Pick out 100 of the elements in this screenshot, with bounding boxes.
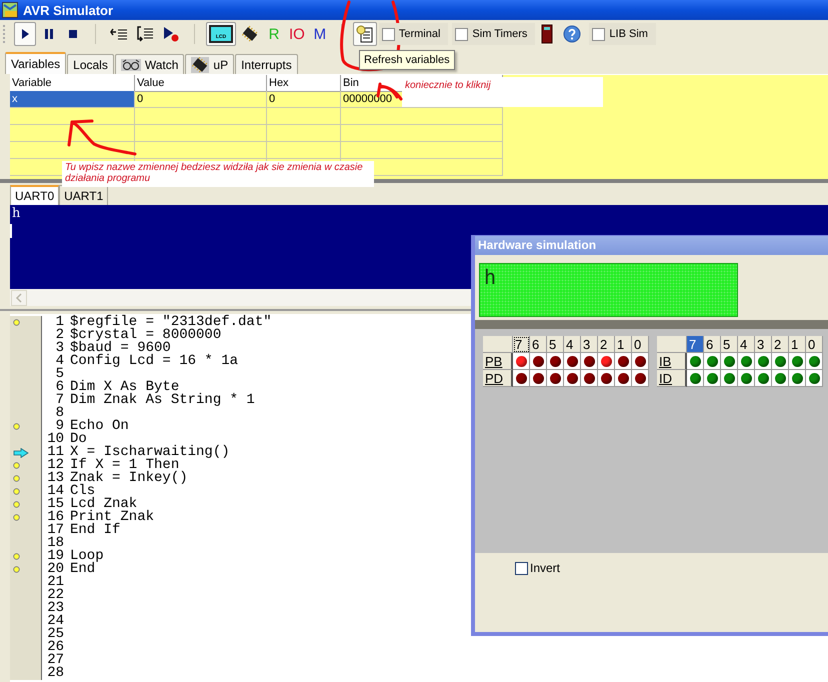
led-icon[interactable] — [618, 356, 628, 366]
line-number: 15 — [46, 498, 65, 511]
toolbar-checkbox[interactable]: LIB Sim — [589, 23, 656, 45]
led-icon[interactable] — [532, 372, 544, 384]
led-icon[interactable] — [690, 356, 700, 366]
toolbar-checkbox[interactable]: Sim Timers — [452, 23, 536, 45]
bit-header[interactable]: 2 — [598, 336, 615, 353]
led-icon[interactable] — [634, 372, 646, 384]
bit-header[interactable]: 6 — [530, 336, 547, 353]
invert-checkbox[interactable]: Invert — [515, 561, 560, 575]
code-line: Echo On — [70, 420, 129, 433]
line-number: 13 — [46, 472, 65, 485]
led-icon[interactable] — [808, 372, 820, 384]
breakpoint-gutter[interactable] — [10, 667, 42, 680]
table-cell[interactable] — [267, 125, 341, 142]
breakpoint-dot-icon[interactable] — [13, 462, 20, 469]
led-icon[interactable] — [600, 372, 612, 384]
toolbar-checkbox[interactable]: Terminal — [378, 23, 448, 45]
table-cell[interactable] — [10, 125, 135, 142]
bit-header[interactable]: 1 — [789, 336, 806, 353]
breakpoint-dot-icon[interactable] — [13, 319, 20, 326]
led-icon[interactable] — [758, 356, 768, 366]
tab[interactable]: UART0 — [10, 185, 60, 205]
led-icon[interactable] — [550, 356, 560, 366]
breakpoint-dot-icon[interactable] — [13, 423, 20, 430]
bit-header[interactable]: 1 — [615, 336, 632, 353]
tab[interactable]: Variables — [5, 52, 66, 74]
bit-header[interactable]: 3 — [581, 336, 598, 353]
run-button[interactable] — [14, 22, 36, 46]
breakpoint-dot-icon[interactable] — [13, 514, 20, 521]
bit-header[interactable]: 5 — [721, 336, 738, 353]
table-cell[interactable]: x — [10, 91, 135, 108]
table-cell[interactable] — [341, 108, 503, 125]
breakpoint-dot-icon[interactable] — [13, 475, 20, 482]
tab[interactable]: Interrupts — [235, 54, 298, 74]
help-icon[interactable] — [563, 25, 582, 43]
led-icon[interactable] — [724, 356, 734, 366]
led-icon[interactable] — [706, 356, 718, 366]
led-icon[interactable] — [706, 372, 718, 384]
toolbar-button[interactable]: IO — [286, 22, 308, 46]
led-icon[interactable] — [566, 372, 578, 384]
table-cell[interactable] — [135, 125, 267, 142]
led-icon[interactable] — [740, 356, 752, 366]
breakpoint-dot-icon[interactable] — [13, 566, 20, 573]
toolbar-button[interactable]: M — [310, 22, 330, 46]
table-cell[interactable]: 0 — [135, 91, 267, 108]
refresh-variables-button[interactable] — [352, 22, 377, 46]
bit-header[interactable]: 7 — [687, 336, 704, 353]
led-icon[interactable] — [516, 372, 526, 384]
line-number: 18 — [46, 537, 65, 550]
bit-header[interactable]: 0 — [632, 336, 649, 353]
table-cell[interactable] — [341, 142, 503, 159]
tab[interactable]: UART1 — [59, 185, 108, 205]
tab[interactable]: Locals — [67, 54, 114, 74]
bit-header[interactable]: 4 — [564, 336, 581, 353]
bit-header[interactable]: 2 — [772, 336, 789, 353]
led-icon[interactable] — [774, 356, 786, 366]
breakpoint-dot-icon[interactable] — [13, 488, 20, 495]
column-header[interactable]: Value — [135, 75, 267, 92]
table-cell[interactable] — [135, 142, 267, 159]
bit-header[interactable]: 3 — [755, 336, 772, 353]
led-icon[interactable] — [532, 356, 544, 366]
code-line: Loop — [70, 550, 104, 563]
led-icon[interactable] — [600, 356, 612, 366]
led-icon[interactable] — [690, 372, 700, 384]
table-cell[interactable] — [135, 108, 267, 125]
led-icon[interactable] — [618, 372, 628, 384]
led-icon[interactable] — [808, 356, 820, 366]
breakpoint-dot-icon[interactable] — [13, 553, 20, 560]
led-icon[interactable] — [584, 372, 594, 384]
led-icon[interactable] — [584, 356, 594, 366]
column-header[interactable]: Hex — [267, 75, 341, 92]
door-icon[interactable] — [541, 24, 554, 44]
led-icon[interactable] — [740, 372, 752, 384]
led-icon[interactable] — [634, 356, 646, 366]
table-cell[interactable] — [267, 108, 341, 125]
led-icon[interactable] — [566, 356, 578, 366]
table-cell[interactable] — [267, 142, 341, 159]
bit-header[interactable]: 4 — [738, 336, 755, 353]
led-icon[interactable] — [792, 356, 802, 366]
line-number: 21 — [46, 576, 65, 589]
led-icon[interactable] — [550, 372, 560, 384]
breakpoint-dot-icon[interactable] — [13, 501, 20, 508]
breakpoint-gutter[interactable] — [10, 316, 42, 329]
led-icon[interactable] — [758, 372, 768, 384]
table-cell[interactable] — [10, 108, 135, 125]
bit-header[interactable]: 6 — [704, 336, 721, 353]
led-icon[interactable] — [724, 372, 734, 384]
led-icon[interactable] — [516, 356, 526, 366]
bit-header[interactable]: 7 — [513, 336, 530, 353]
tab[interactable]: Watch — [114, 54, 184, 74]
tab[interactable]: uP — [185, 54, 234, 74]
led-icon[interactable] — [792, 372, 802, 384]
table-cell[interactable]: 0 — [267, 91, 341, 108]
bit-header[interactable]: 0 — [806, 336, 823, 353]
led-icon[interactable] — [774, 372, 786, 384]
table-cell[interactable] — [10, 142, 135, 159]
table-cell[interactable] — [341, 125, 503, 142]
column-header[interactable]: Variable — [10, 75, 135, 92]
bit-header[interactable]: 5 — [547, 336, 564, 353]
